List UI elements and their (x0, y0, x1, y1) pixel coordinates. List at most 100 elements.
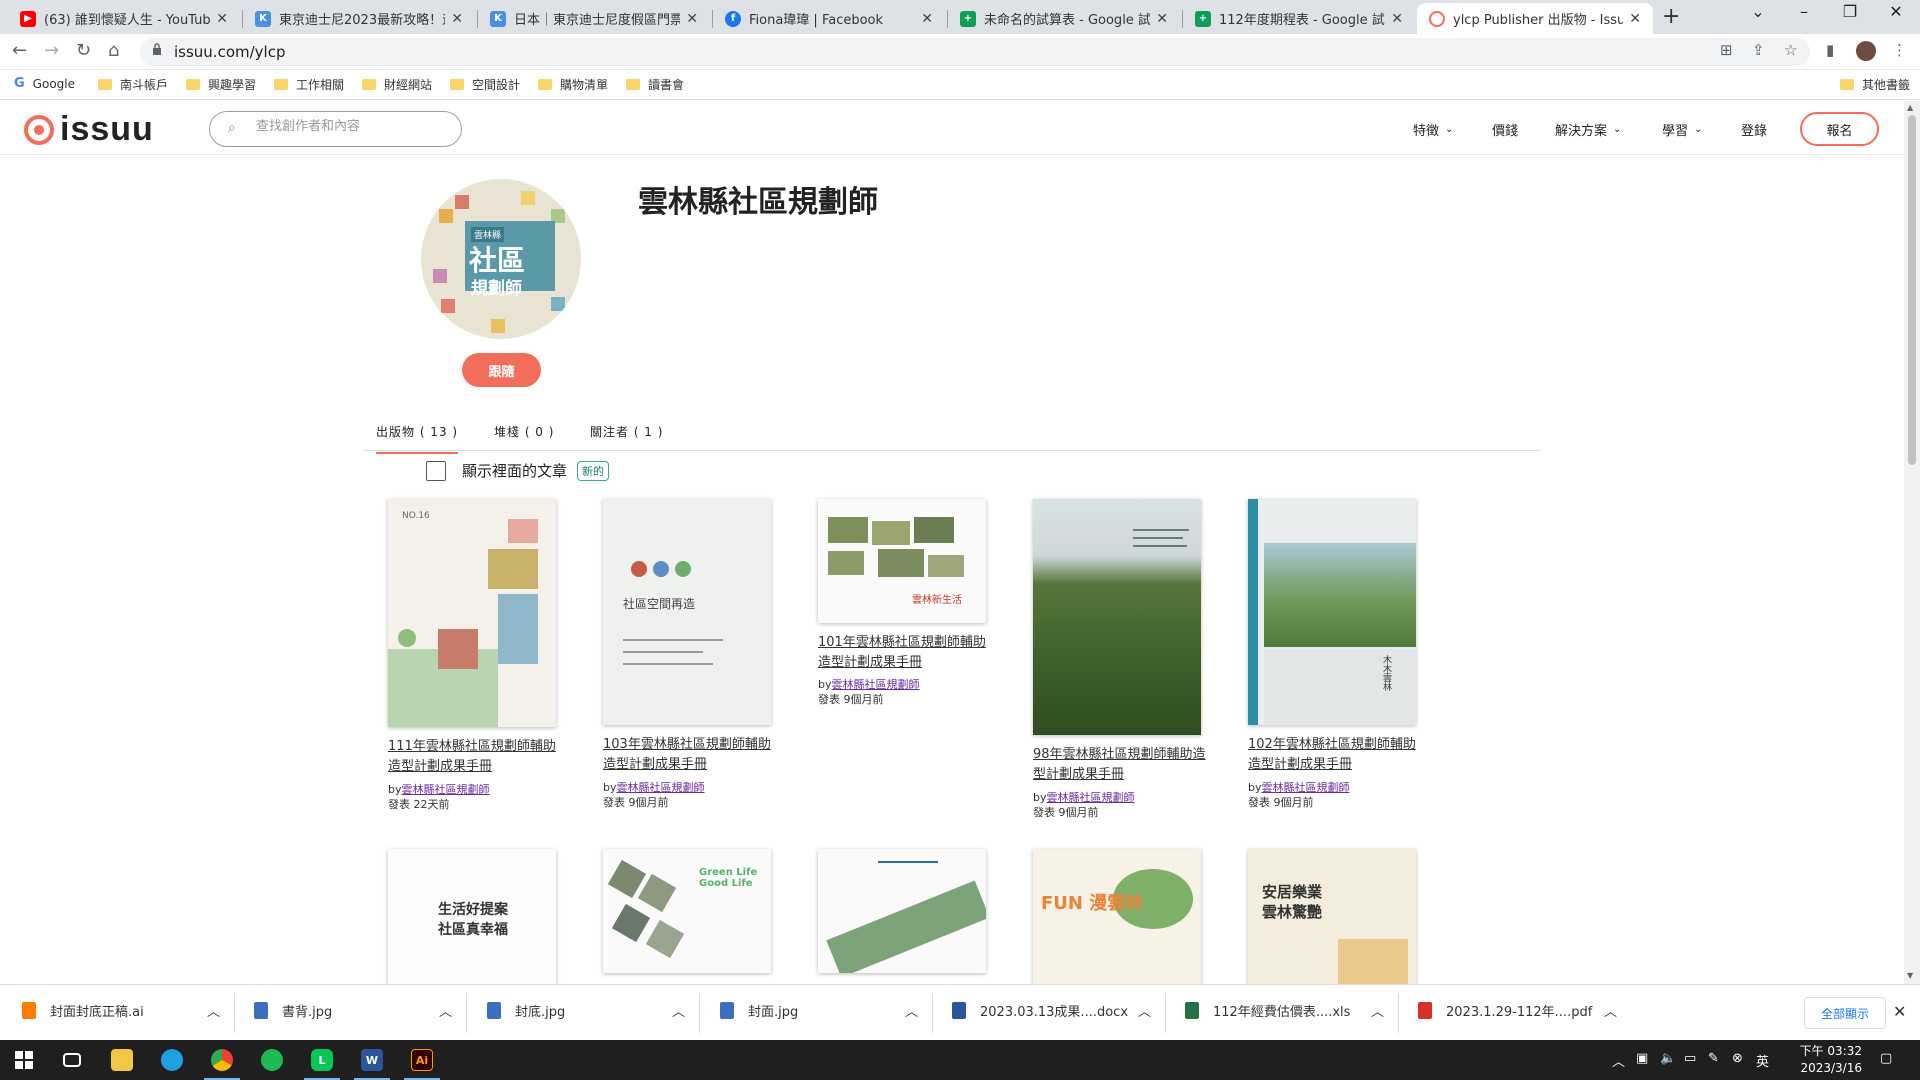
download-item[interactable]: 封面.jpg (720, 1001, 798, 1020)
download-item[interactable]: 2023.1.29-112年....pdf (1418, 1001, 1592, 1020)
chevron-up-icon[interactable]: ︿ (207, 1001, 220, 1020)
bookmark-folder[interactable]: 財經網站 (362, 76, 432, 93)
restore-icon[interactable]: ❐ (1827, 2, 1873, 21)
new-tab-button[interactable]: + (1662, 4, 1680, 29)
close-icon[interactable]: ✕ (216, 11, 228, 27)
forward-icon[interactable]: → (44, 40, 59, 61)
bookmark-folder[interactable]: 興趣學習 (186, 76, 256, 93)
taskbar-clock[interactable]: 下午 03:32 2023/3/16 (1790, 1043, 1862, 1077)
pen-icon[interactable]: ✎ (1708, 1051, 1719, 1066)
illustrator-button[interactable]: Ai (398, 1044, 446, 1080)
publication-title[interactable]: 102年雲林縣社區規劃師輔助造型計劃成果手冊 (1248, 735, 1423, 775)
side-panel-icon[interactable]: ▮ (1826, 41, 1834, 59)
browser-tab[interactable]: + 未命名的試算表 - Google 試算表 ✕ (948, 3, 1180, 34)
download-item[interactable]: 封底.jpg (487, 1001, 565, 1020)
author-link[interactable]: 雲林縣社區規劃師 (1262, 781, 1350, 794)
close-icon[interactable]: ✕ (1629, 11, 1641, 27)
publication-cover[interactable]: 安居樂業 雲林驚艷 (1248, 849, 1416, 984)
ime-icon[interactable]: 英 (1756, 1051, 1769, 1070)
show-inner-checkbox[interactable] (426, 460, 446, 481)
publication-cover[interactable]: 生活好提案 社區真幸福 (388, 849, 556, 984)
line-button[interactable]: L (298, 1044, 346, 1080)
publication-title[interactable]: 111年雲林縣社區規劃師輔助造型計劃成果手冊 (388, 737, 563, 777)
publication-cover[interactable] (818, 849, 986, 973)
publication-cover[interactable]: 社區空間再造 (603, 499, 771, 725)
tab-stacks[interactable]: 堆棧 ( 0 ) (494, 423, 554, 452)
publication-cover[interactable]: NO.16 (388, 499, 556, 727)
bookmark-folder[interactable]: 工作相關 (274, 76, 344, 93)
publication-cover[interactable]: 木木雲林 (1248, 499, 1416, 725)
url-input[interactable]: issuu.com/ylcp (140, 38, 1810, 66)
download-item[interactable]: 封面封底正稿.ai (22, 1001, 144, 1020)
nav-solutions[interactable]: 解決方案 ⌄ (1555, 120, 1621, 139)
search-box[interactable]: ⌕ (209, 111, 462, 147)
login-link[interactable]: 登錄 (1741, 120, 1767, 139)
volume-icon[interactable]: 🔈 (1660, 1051, 1676, 1066)
download-item[interactable]: 2023.03.13成果....docx (952, 1001, 1128, 1020)
bookmark-folder[interactable]: 讀書會 (626, 76, 684, 93)
home-icon[interactable]: ⌂ (108, 40, 119, 61)
word-button[interactable]: W (348, 1044, 396, 1080)
bookmark-google[interactable]: G Google (14, 76, 75, 91)
publication-title[interactable]: 98年雲林縣社區規劃師輔助造型計劃成果手冊 (1033, 745, 1208, 785)
profile-avatar[interactable] (1856, 41, 1876, 61)
chevron-up-icon[interactable]: ︿ (905, 1001, 918, 1020)
scrollbar-thumb[interactable] (1908, 115, 1916, 465)
network-icon[interactable]: ▭ (1684, 1051, 1696, 1066)
browser-tab[interactable]: + 112年度期程表 - Google 試算表 ✕ (1183, 3, 1415, 34)
spotify-button[interactable] (248, 1044, 296, 1076)
translate-icon[interactable]: ⊞ (1720, 41, 1733, 59)
close-icon[interactable]: ✕ (1156, 11, 1168, 27)
browser-tab[interactable]: K 東京迪士尼2023最新攻略！迪士 ✕ (243, 3, 475, 34)
file-explorer-button[interactable] (98, 1044, 146, 1076)
start-button[interactable] (0, 1044, 48, 1076)
chevron-up-icon[interactable]: ︿ (1371, 1001, 1384, 1020)
close-icon[interactable]: ✕ (451, 11, 463, 27)
menu-icon[interactable]: ⋮ (1892, 41, 1907, 59)
download-item[interactable]: 112年經費估價表....xls (1185, 1001, 1350, 1020)
app-tray-icon[interactable]: ▣ (1636, 1051, 1648, 1066)
publication-title[interactable]: 103年雲林縣社區規劃師輔助造型計劃成果手冊 (603, 735, 778, 775)
author-link[interactable]: 雲林縣社區規劃師 (617, 781, 705, 794)
publication-cover[interactable]: Green Life Good Life (603, 849, 771, 973)
download-item[interactable]: 書背.jpg (254, 1001, 332, 1020)
other-bookmarks[interactable]: 其他書籤 (1840, 76, 1910, 93)
security-icon[interactable]: ⊗ (1732, 1051, 1743, 1066)
bookmark-folder[interactable]: 空間設計 (450, 76, 520, 93)
chrome-button[interactable] (198, 1044, 246, 1080)
reload-icon[interactable]: ↻ (76, 40, 91, 61)
tab-followers[interactable]: 關注者 ( 1 ) (590, 423, 663, 452)
show-inner-articles[interactable]: 顯示裡面的文章 新的 (426, 460, 610, 481)
tab-search-icon[interactable]: ⌄ (1735, 2, 1781, 21)
minimize-icon[interactable]: – (1781, 2, 1827, 21)
bookmark-folder[interactable]: 南斗帳戶 (98, 76, 168, 93)
chevron-up-icon[interactable]: ︿ (1612, 1051, 1625, 1070)
close-icon[interactable]: ✕ (921, 11, 933, 27)
author-link[interactable]: 雲林縣社區規劃師 (1047, 791, 1135, 804)
publication-title[interactable]: 101年雲林縣社區規劃師輔助造型計劃成果手冊 (818, 633, 993, 673)
signup-button[interactable]: 報名 (1800, 112, 1879, 146)
close-icon[interactable]: ✕ (1893, 1002, 1906, 1021)
author-link[interactable]: 雲林縣社區規劃師 (402, 783, 490, 796)
tab-publications[interactable]: 出版物 ( 13 ) (376, 423, 459, 454)
bookmark-folder[interactable]: 購物清單 (538, 76, 608, 93)
edge-button[interactable] (148, 1044, 196, 1076)
window-close-icon[interactable]: ✕ (1873, 2, 1919, 21)
browser-tab[interactable]: f Fiona瑋瑋 | Facebook ✕ (713, 3, 945, 34)
close-icon[interactable]: ✕ (686, 11, 698, 27)
scroll-up-icon[interactable]: ▲ (1907, 103, 1913, 112)
publication-cover[interactable]: 雲林新生活 (818, 499, 986, 623)
chevron-up-icon[interactable]: ︿ (1138, 1001, 1151, 1020)
chevron-up-icon[interactable]: ︿ (439, 1001, 452, 1020)
back-icon[interactable]: ← (12, 40, 27, 61)
nav-features[interactable]: 特徵 ⌄ (1413, 120, 1453, 139)
browser-tab-active[interactable]: ylcp Publisher 出版物 - Issuu ✕ (1417, 3, 1653, 34)
share-icon[interactable]: ⇪ (1752, 41, 1765, 59)
search-input[interactable] (256, 119, 451, 134)
publication-cover[interactable] (1033, 499, 1201, 735)
browser-tab[interactable]: K 日本｜東京迪士尼度假區門票 ✕ (478, 3, 710, 34)
scroll-down-icon[interactable]: ▼ (1907, 971, 1913, 980)
issuu-logo[interactable]: issuu (24, 110, 154, 149)
task-view-button[interactable] (48, 1044, 96, 1076)
publication-cover[interactable]: FUN 漫雲林 (1033, 849, 1201, 984)
